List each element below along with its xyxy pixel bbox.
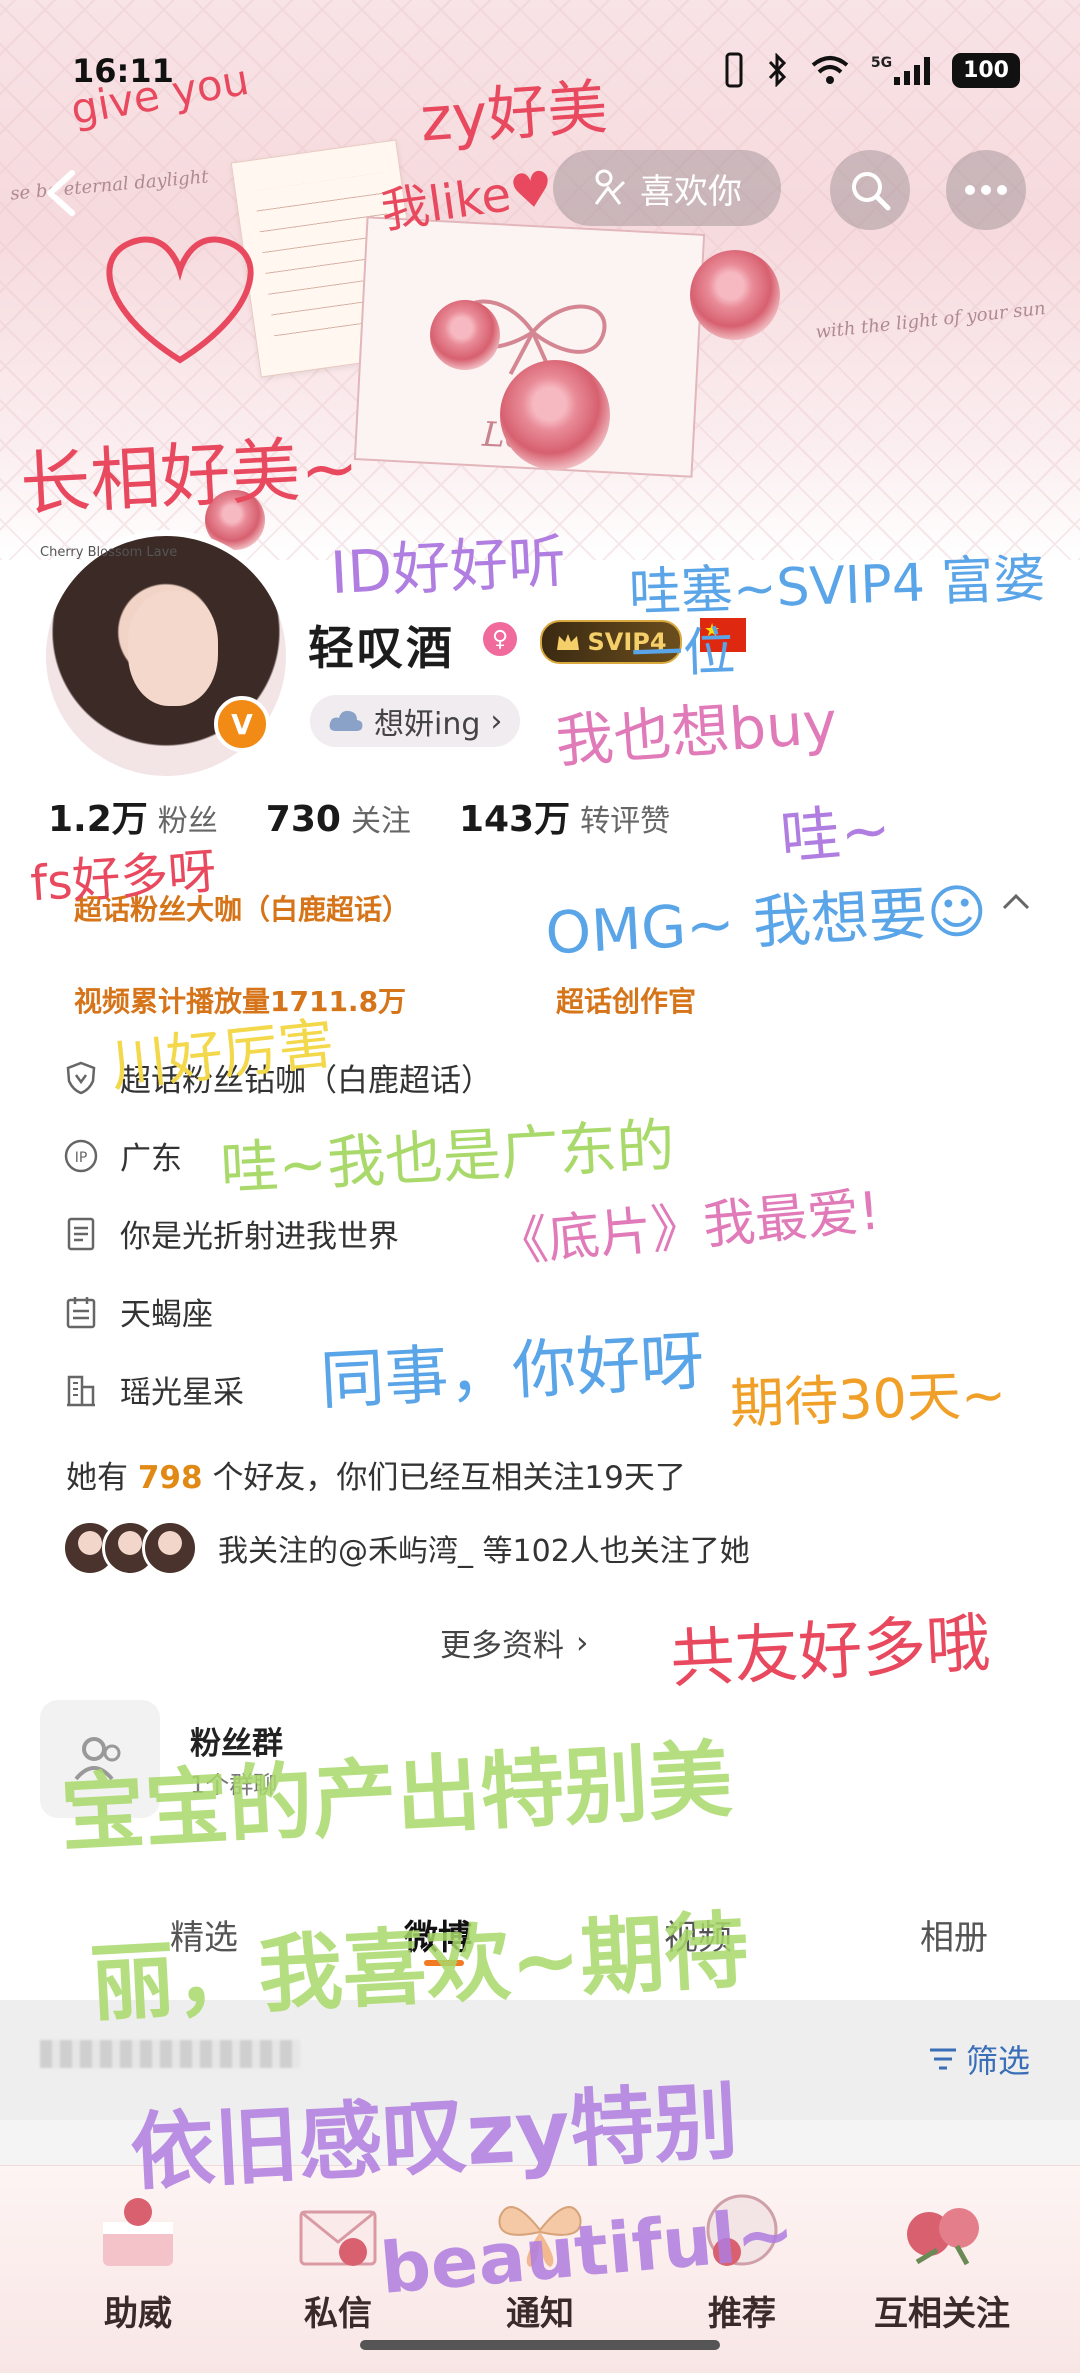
battery-indicator: 100 (952, 52, 1020, 88)
status-icons: 5G 100 (723, 52, 1020, 88)
handwritten-note: OMG~ 我想要☺ (543, 876, 989, 968)
info-text: 广东 (120, 1141, 182, 1177)
info-row[interactable]: 天蝎座 (64, 1289, 213, 1334)
shield-icon (64, 1061, 98, 1095)
tab-album[interactable]: 相册 (920, 1910, 988, 1959)
handwritten-note: 期待30天~ (729, 1363, 1008, 1436)
wifi-icon (811, 56, 849, 84)
handwritten-note: 哇塞~SVIP4 富婆一位 (627, 549, 1047, 687)
status-chip[interactable]: 想妍ing › (310, 695, 521, 747)
home-indicator[interactable] (360, 2340, 720, 2350)
like-button-label: 喜欢你 (640, 171, 742, 212)
handwritten-note: ID好好听 (328, 526, 568, 608)
more-button[interactable] (946, 150, 1026, 230)
creator-badge[interactable]: 超话创作官 (556, 980, 696, 1020)
cellular-signal-icon: 5G (871, 55, 931, 85)
handwritten-note: 同事，你好呀 (318, 1324, 706, 1419)
handwritten-note: 共友好多哦 (668, 1606, 993, 1698)
profile-nickname: 轻叹酒 (308, 621, 455, 675)
blurred-filter-text (40, 2040, 300, 2068)
filter-icon (929, 2048, 956, 2070)
search-icon (852, 172, 891, 211)
chevron-right-icon: › (576, 1624, 589, 1661)
rose-decoration (690, 250, 780, 340)
like-icon (594, 169, 626, 205)
cloud-icon (329, 710, 363, 731)
profile-stats: 1.2万 粉丝 730 关注 143万 转评赞 (48, 790, 670, 842)
avatar (142, 1520, 198, 1576)
info-text: 天蝎座 (120, 1297, 213, 1333)
info-text: 你是光折射进我世界 (120, 1219, 399, 1255)
friend-count: 798 (137, 1460, 203, 1496)
rose-decoration (500, 360, 610, 470)
handwritten-heart-doodle (106, 236, 254, 364)
verified-badge-icon[interactable]: V (214, 696, 270, 752)
info-row[interactable]: 你是光折射进我世界 (64, 1211, 399, 1256)
rose-icon (907, 2208, 979, 2266)
bluetooth-icon (768, 53, 786, 87)
profile-page: Love se be eternal daylight with the lig… (0, 0, 1080, 2373)
likes-stat[interactable]: 143万 转评赞 (459, 790, 670, 842)
info-row[interactable]: IP 广东 (64, 1133, 182, 1178)
mutual-followers[interactable]: 我关注的@禾屿湾_ 等102人也关注了她 (62, 1520, 750, 1576)
handwritten-note: 长相好美~ (18, 426, 361, 526)
following-stat[interactable]: 730 关注 (266, 796, 411, 840)
avatar-caption: Cherry Blossom Lave (40, 545, 178, 560)
filter-label: 筛选 (965, 2042, 1030, 2080)
filter-button[interactable]: 筛选 (928, 2036, 1030, 2082)
svg-text:IP: IP (75, 1150, 88, 1166)
female-gender-icon: ♀ (483, 622, 517, 656)
ip-icon: IP (64, 1139, 98, 1173)
like-button[interactable]: 喜欢你 (553, 150, 781, 226)
rose-decoration (430, 300, 500, 370)
chevron-right-icon: › (490, 703, 503, 739)
calendar-icon (64, 1295, 98, 1329)
mutual-follow-summary: 她有 798 个好友，你们已经互相关注19天了 (66, 1460, 686, 1496)
status-chip-label: 想妍ing (374, 707, 481, 742)
more-info-link[interactable]: 更多资料 › (440, 1620, 588, 1665)
handwritten-note: 哇~我也是广东的 (218, 1111, 677, 1203)
handwritten-note: 哇~ (777, 794, 894, 874)
document-icon (64, 1217, 98, 1251)
handwritten-note: fs好多呀 (28, 843, 218, 913)
mutual-avatars (62, 1520, 198, 1576)
handwritten-note: zy好美 (418, 72, 610, 156)
handwritten-note: 我也想buy (553, 688, 840, 776)
crown-icon (557, 634, 580, 650)
info-row[interactable]: 瑶光星采 (64, 1367, 244, 1412)
chevron-up-icon[interactable] (998, 884, 1034, 920)
mutual-follow-button[interactable]: 互相关注 (834, 2166, 1050, 2373)
vibrate-icon (725, 52, 743, 88)
search-button[interactable] (830, 150, 910, 230)
more-dots-icon (965, 185, 1007, 195)
more-info-label: 更多资料 (440, 1628, 564, 1664)
info-text: 瑶光星采 (120, 1375, 244, 1411)
mutual-followers-text: 我关注的@禾屿湾_ 等102人也关注了她 (218, 1534, 750, 1569)
building-icon (64, 1373, 98, 1407)
